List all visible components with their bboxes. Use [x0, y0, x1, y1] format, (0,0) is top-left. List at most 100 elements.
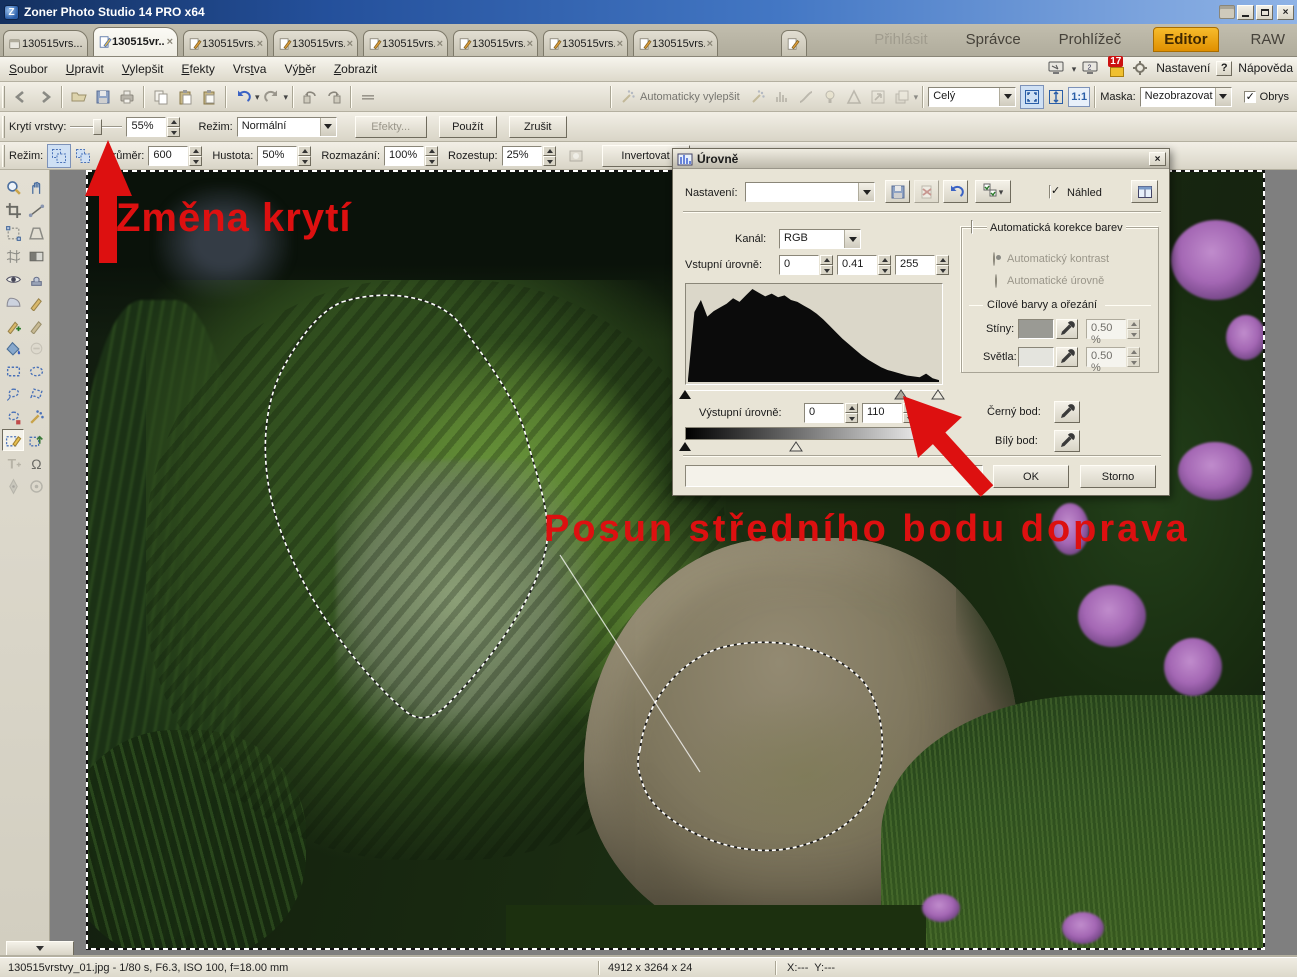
blur-spinner[interactable]: 100%: [384, 146, 438, 166]
auto-contrast-radio[interactable]: [993, 252, 995, 266]
tool-move-selection[interactable]: [25, 429, 47, 451]
output-white-spinner[interactable]: 110: [862, 403, 916, 423]
layer-opacity-value[interactable]: 55%: [126, 117, 166, 137]
tool-deform[interactable]: [2, 222, 24, 244]
rotate-right-button[interactable]: [322, 85, 346, 109]
auto-levels-radio[interactable]: [995, 274, 997, 288]
density-spinner[interactable]: 50%: [257, 146, 311, 166]
auto-enhance-icon[interactable]: [616, 85, 640, 109]
spin-up[interactable]: [167, 117, 180, 127]
batch-button[interactable]: [890, 85, 914, 109]
tool-straighten[interactable]: [25, 199, 47, 221]
copy-button[interactable]: [149, 85, 173, 109]
lights-clip-spinner[interactable]: 0.50 %: [1086, 347, 1140, 367]
layer-opacity-slider[interactable]: [70, 118, 122, 136]
input-black-spinner[interactable]: 0: [779, 255, 833, 275]
save-button[interactable]: [91, 85, 115, 109]
tool-mesh-warp[interactable]: [2, 245, 24, 267]
lights-swatch[interactable]: [1018, 347, 1054, 367]
blur-value[interactable]: 100%: [384, 146, 424, 166]
output-white-slider[interactable]: [789, 441, 803, 452]
output-black-slider[interactable]: [678, 441, 692, 452]
menu-zobrazit[interactable]: Zobrazit: [325, 59, 386, 79]
input-black-value[interactable]: 0: [779, 255, 819, 275]
spin-down[interactable]: [167, 127, 180, 137]
back-button[interactable]: [9, 85, 33, 109]
resize-button[interactable]: [866, 85, 890, 109]
layer-opacity-spinner[interactable]: 55%: [126, 117, 180, 137]
maximize-button[interactable]: [1256, 5, 1273, 20]
mode-raw[interactable]: RAW: [1245, 29, 1291, 50]
auto-enhance-label[interactable]: Automaticky vylepšit: [640, 91, 740, 103]
print-button[interactable]: [115, 85, 139, 109]
ok-button[interactable]: OK: [993, 465, 1069, 488]
mode-sprvce[interactable]: Správce: [960, 29, 1027, 50]
sharpen-button[interactable]: [842, 85, 866, 109]
display-profile-dropdown[interactable]: [1072, 61, 1077, 75]
tool-gradient[interactable]: [25, 245, 47, 267]
spacing-value[interactable]: 25%: [502, 146, 542, 166]
tool-color-target[interactable]: [25, 475, 47, 497]
storno-button[interactable]: Storno: [1080, 465, 1156, 488]
reset-button[interactable]: [943, 180, 968, 203]
tab-1[interactable]: 130515vrs...: [3, 30, 88, 56]
messages-button[interactable]: 17: [1106, 59, 1126, 77]
gear-icon[interactable]: [1132, 60, 1150, 76]
tool-polygon-lasso[interactable]: [25, 383, 47, 405]
channel-select[interactable]: RGB: [779, 229, 861, 249]
tool-perspective[interactable]: [25, 222, 47, 244]
dialog-title-bar[interactable]: Úrovně: [673, 149, 1169, 169]
channel-dropdown-button[interactable]: [844, 230, 860, 248]
tool-crop[interactable]: [2, 199, 24, 221]
tool-pen[interactable]: [2, 475, 24, 497]
tab-5[interactable]: 130515vrs...×: [363, 30, 448, 56]
tab-4[interactable]: 130515vrs...×: [273, 30, 358, 56]
display-profile-icon[interactable]: [1048, 60, 1066, 76]
tool-selection-brush[interactable]: [2, 429, 24, 451]
menu-upravit[interactable]: Upravit: [57, 59, 113, 79]
preview-checkbox[interactable]: [1049, 185, 1051, 199]
more-button[interactable]: [356, 85, 380, 109]
input-gamma-spinner[interactable]: 0.41: [837, 255, 891, 275]
white-point-picker-button[interactable]: [1054, 430, 1080, 452]
tab-2[interactable]: 130515vr...×: [93, 27, 178, 56]
selection-mode-new-button[interactable]: [47, 144, 71, 168]
cancel-button[interactable]: Zrušit: [509, 116, 567, 138]
tool-hand[interactable]: [25, 176, 47, 198]
mode-prohle[interactable]: Prohlížeč: [1053, 29, 1128, 50]
tool-smooth-iron[interactable]: [2, 291, 24, 313]
tool-healing-brush[interactable]: [25, 291, 47, 313]
output-black-spinner[interactable]: 0: [804, 403, 858, 423]
spacing-spinner[interactable]: 25%: [502, 146, 556, 166]
show-mask-icon[interactable]: [564, 144, 588, 168]
black-point-picker-button[interactable]: [1054, 401, 1080, 423]
input-white-slider[interactable]: [931, 389, 945, 400]
open-folder-button[interactable]: [67, 85, 91, 109]
curves-button[interactable]: [794, 85, 818, 109]
minimize-button[interactable]: [1237, 5, 1254, 20]
tool-select-rect[interactable]: [2, 360, 24, 382]
dialog-close-button[interactable]: ×: [1149, 152, 1166, 166]
tool-magnetic-lasso[interactable]: [2, 406, 24, 428]
tool-lasso[interactable]: [2, 383, 24, 405]
maska-select[interactable]: Nezobrazovat: [1140, 87, 1232, 107]
mode-pihlsit[interactable]: Přihlásit: [868, 29, 933, 50]
slider-thumb[interactable]: [93, 119, 102, 135]
menu-vrstva[interactable]: Vrstva: [224, 59, 276, 79]
enhance-button[interactable]: [746, 85, 770, 109]
tool-red-eye[interactable]: [2, 268, 24, 290]
rotate-left-button[interactable]: [298, 85, 322, 109]
tool-paintbrush[interactable]: [25, 314, 47, 336]
tab-close-button[interactable]: ×: [437, 38, 443, 50]
tool-paintbrush-add[interactable]: [2, 314, 24, 336]
side-panel-button[interactable]: [1131, 180, 1158, 203]
tool-fill-bucket[interactable]: [2, 337, 24, 359]
diameter-spinner[interactable]: 600: [148, 146, 202, 166]
redo-dropdown[interactable]: [284, 91, 289, 103]
tool-text[interactable]: T: [2, 452, 24, 474]
shadows-swatch[interactable]: [1018, 319, 1054, 339]
tab-close-button[interactable]: ×: [617, 38, 623, 50]
input-black-slider[interactable]: [678, 389, 692, 400]
apply-options-button[interactable]: [975, 180, 1011, 203]
menu-soubor[interactable]: Soubor: [0, 59, 57, 79]
